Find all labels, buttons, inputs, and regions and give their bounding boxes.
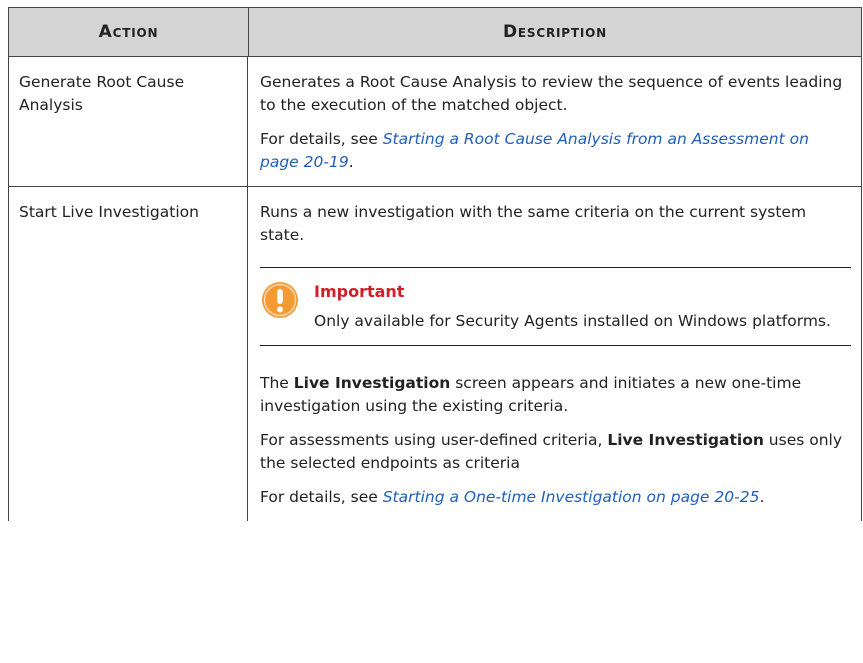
details-text: For details, see Starting a Root Cause A…: [260, 128, 851, 174]
important-note: Important Only available for Security Ag…: [260, 267, 851, 346]
action-cell: Generate Root Cause Analysis: [9, 57, 248, 186]
details-prefix: For details, see: [260, 488, 383, 506]
header-description: Description: [503, 22, 607, 42]
table-header: Action Description: [8, 7, 862, 57]
details-text: For details, see Starting a One-time Inv…: [260, 486, 851, 509]
description-cell: Generates a Root Cause Analysis to revie…: [248, 57, 861, 186]
details-prefix: For details, see: [260, 130, 383, 148]
text-run: For assessments using user-defined crite…: [260, 431, 608, 449]
header-action: Action: [9, 8, 249, 56]
note-text: Only available for Security Agents insta…: [314, 312, 831, 330]
action-cell: Start Live Investigation: [9, 187, 248, 521]
table-row: Start Live Investigation Runs a new inve…: [8, 187, 862, 521]
text-run: The: [260, 374, 294, 392]
details-suffix: .: [348, 153, 354, 171]
one-time-investigation-link[interactable]: Starting a One-time Investigation on pag…: [383, 488, 760, 506]
bold-term: Live Investigation: [293, 374, 451, 392]
table-row: Generate Root Cause Analysis Generates a…: [8, 57, 862, 187]
description-text: Generates a Root Cause Analysis to revie…: [260, 73, 843, 114]
warning-exclamation-icon: [260, 280, 314, 333]
live-investigation-text: The Live Investigation screen appears an…: [260, 372, 851, 418]
bold-term: Live Investigation: [607, 431, 764, 449]
description-text: Runs a new investigation with the same c…: [260, 203, 807, 244]
details-suffix: .: [759, 488, 765, 506]
assessment-text: For assessments using user-defined crite…: [260, 429, 851, 475]
description-cell: Runs a new investigation with the same c…: [248, 187, 861, 521]
actions-table: Action Description Generate Root Cause A…: [8, 7, 862, 521]
note-title: Important: [314, 282, 405, 301]
